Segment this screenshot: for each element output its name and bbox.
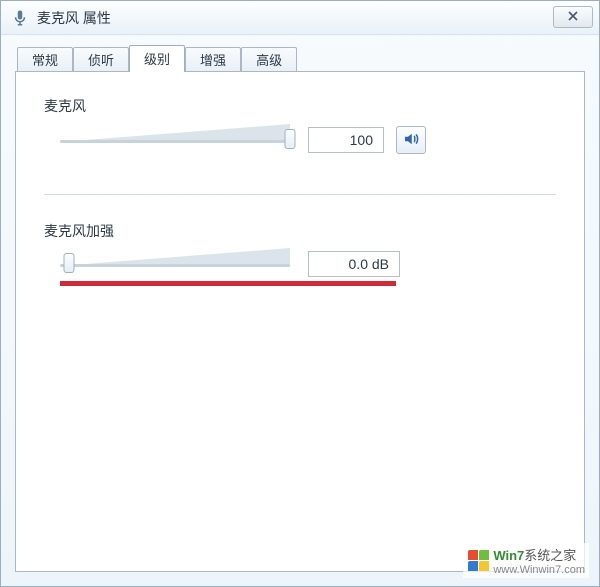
microphone-level-slider[interactable] xyxy=(60,127,290,153)
microphone-boost-group: 麦克风加强 0.0 dB xyxy=(44,221,556,286)
highlight-underline xyxy=(60,281,396,286)
tab-enhancements[interactable]: 增强 xyxy=(185,47,241,72)
microphone-boost-thumb[interactable] xyxy=(64,253,75,273)
watermark-brand-prefix: Win7 xyxy=(493,548,524,563)
window: 麦克风 属性 常规 侦听 级别 增强 高级 麦克风 xyxy=(0,0,600,587)
tabpanel-levels: 麦克风 100 xyxy=(15,71,585,572)
close-icon xyxy=(567,10,579,25)
divider xyxy=(44,194,556,195)
slider-base xyxy=(60,140,290,143)
slider-base xyxy=(60,264,290,267)
windows-icon xyxy=(467,550,489,572)
mute-button[interactable] xyxy=(396,126,426,154)
watermark-brand-suffix: 系统之家 xyxy=(524,548,576,563)
microphone-icon xyxy=(11,9,29,27)
microphone-boost-label: 麦克风加强 xyxy=(44,221,556,241)
tabstrip: 常规 侦听 级别 增强 高级 xyxy=(15,43,585,71)
watermark-url: www.Winwin7.com xyxy=(493,564,585,576)
microphone-boost-value[interactable]: 0.0 dB xyxy=(308,251,400,277)
microphone-level-value[interactable]: 100 xyxy=(308,127,384,153)
microphone-level-label: 麦克风 xyxy=(44,96,556,116)
microphone-boost-slider[interactable] xyxy=(60,251,290,277)
microphone-level-thumb[interactable] xyxy=(285,129,296,149)
microphone-boost-row: 0.0 dB xyxy=(44,251,556,277)
tab-levels[interactable]: 级别 xyxy=(129,45,185,72)
tab-listen[interactable]: 侦听 xyxy=(73,47,129,72)
speaker-icon xyxy=(402,130,420,151)
tab-advanced[interactable]: 高级 xyxy=(241,47,297,72)
titlebar: 麦克风 属性 xyxy=(1,1,599,35)
window-title: 麦克风 属性 xyxy=(37,8,111,28)
content-area: 常规 侦听 级别 增强 高级 麦克风 100 xyxy=(15,43,585,572)
microphone-level-group: 麦克风 100 xyxy=(44,96,556,154)
watermark-text: Win7系统之家 www.Winwin7.com xyxy=(493,545,585,576)
close-button[interactable] xyxy=(553,6,593,28)
watermark: Win7系统之家 www.Winwin7.com xyxy=(463,543,589,578)
microphone-level-row: 100 xyxy=(44,126,556,154)
tab-general[interactable]: 常规 xyxy=(17,47,73,72)
